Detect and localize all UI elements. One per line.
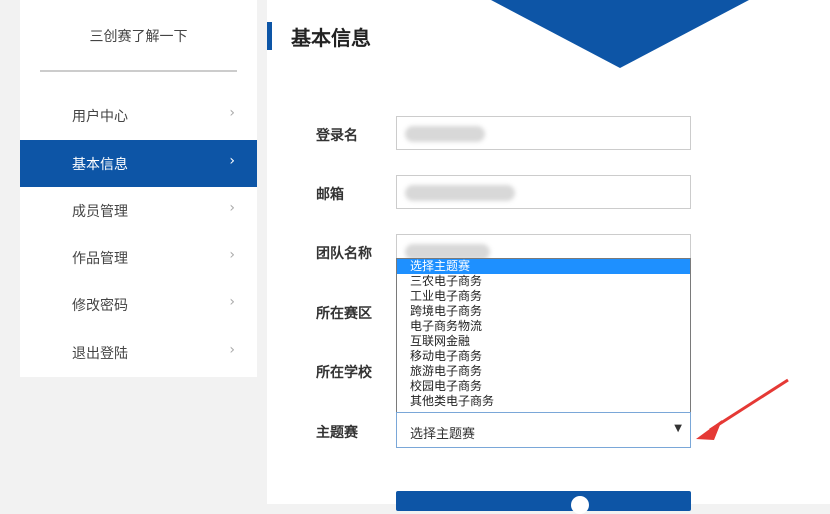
theme-label: 主题赛 xyxy=(316,425,358,441)
sidebar-item-label: 成员管理 xyxy=(72,204,128,220)
sidebar-item-label: 退出登陆 xyxy=(72,346,128,362)
dropdown-option[interactable]: 旅游电子商务 xyxy=(397,364,690,379)
theme-select-value: 选择主题赛 xyxy=(410,427,476,442)
button-icon xyxy=(571,496,589,514)
chevron-right-icon: › xyxy=(229,105,235,121)
chevron-right-icon: › xyxy=(229,153,235,169)
dropdown-option[interactable]: 跨境电子商务 xyxy=(397,304,690,319)
banner-decoration xyxy=(491,0,749,68)
redacted-value xyxy=(405,185,515,201)
annotation-arrow-icon xyxy=(696,378,789,440)
region-label: 所在赛区 xyxy=(316,306,372,322)
sidebar-item-user-center[interactable]: 用户中心 › xyxy=(20,92,257,139)
dropdown-option[interactable]: 选择主题赛 xyxy=(397,259,690,274)
sidebar-item-label: 基本信息 xyxy=(72,157,128,173)
sidebar-item-change-password[interactable]: 修改密码 › xyxy=(20,281,257,328)
sidebar-item-label: 用户中心 xyxy=(72,109,128,125)
dropdown-option[interactable]: 其他类电子商务 xyxy=(397,394,690,409)
sidebar-item-basic-info[interactable]: 基本信息 › xyxy=(20,140,257,187)
theme-dropdown-list: 选择主题赛 三农电子商务 工业电子商务 跨境电子商务 电子商务物流 互联网金融 … xyxy=(396,258,691,412)
theme-select[interactable]: 选择主题赛 ▼ xyxy=(396,412,691,448)
dropdown-option[interactable]: 互联网金融 xyxy=(397,334,690,349)
chevron-right-icon: › xyxy=(229,342,235,358)
sidebar-item-label: 修改密码 xyxy=(72,298,128,314)
redacted-value xyxy=(405,126,485,142)
sidebar-title: 三创赛了解一下 xyxy=(89,29,188,45)
sidebar-item-work-management[interactable]: 作品管理 › xyxy=(20,234,257,281)
dropdown-option[interactable]: 移动电子商务 xyxy=(397,349,690,364)
dropdown-option[interactable]: 电子商务物流 xyxy=(397,319,690,334)
title-accent-bar xyxy=(267,22,272,50)
sidebar-item-label: 作品管理 xyxy=(72,251,128,267)
chevron-right-icon: › xyxy=(229,247,235,263)
email-field[interactable] xyxy=(396,175,691,209)
dropdown-option[interactable]: 工业电子商务 xyxy=(397,289,690,304)
sidebar-divider xyxy=(40,70,237,72)
login-name-input[interactable] xyxy=(396,116,691,150)
email-label: 邮箱 xyxy=(316,187,344,203)
login-name-label: 登录名 xyxy=(316,128,358,144)
page-title: 基本信息 xyxy=(291,26,371,50)
chevron-right-icon: › xyxy=(229,294,235,310)
submit-button[interactable] xyxy=(396,491,691,514)
school-label: 所在学校 xyxy=(316,365,372,381)
sidebar: 三创赛了解一下 用户中心 › 基本信息 › 成员管理 › 作品管理 › 修改密码… xyxy=(20,0,257,377)
chevron-right-icon: › xyxy=(229,200,235,216)
team-name-label: 团队名称 xyxy=(316,246,372,262)
dropdown-option[interactable]: 校园电子商务 xyxy=(397,379,690,394)
dropdown-option[interactable]: 三农电子商务 xyxy=(397,274,690,289)
caret-down-icon: ▼ xyxy=(674,423,682,434)
sidebar-item-member-management[interactable]: 成员管理 › xyxy=(20,187,257,234)
sidebar-item-logout[interactable]: 退出登陆 › xyxy=(20,329,257,376)
